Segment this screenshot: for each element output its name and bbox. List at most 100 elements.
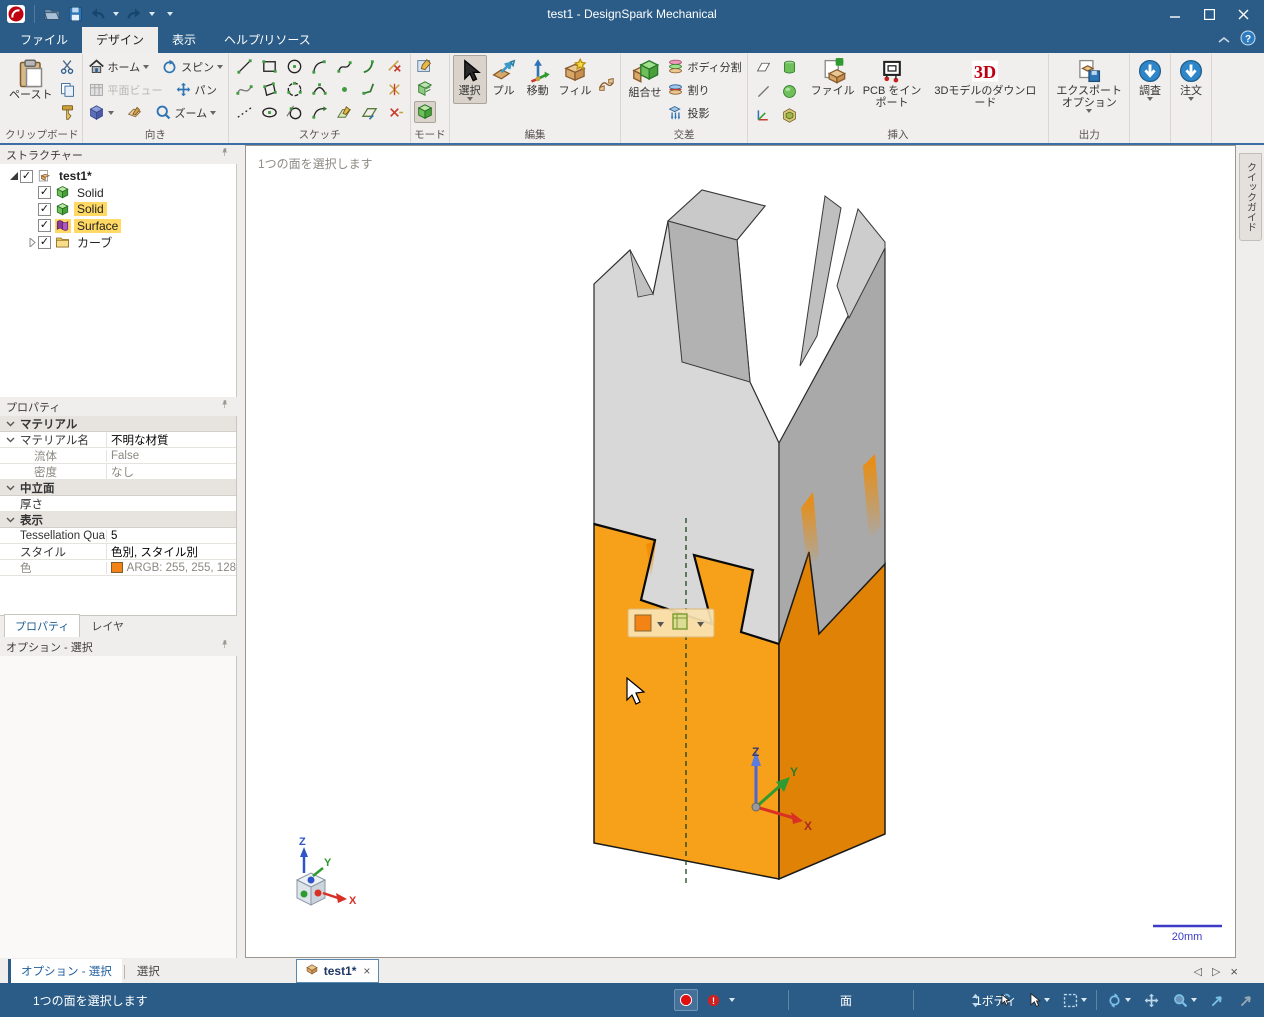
record-button[interactable]	[674, 989, 698, 1011]
property-value[interactable]: 5	[106, 530, 236, 542]
panel-tab-レイヤ[interactable]: レイヤ	[81, 615, 134, 637]
minimize-button[interactable]	[1160, 3, 1190, 25]
ribbon-button-ホーム[interactable]: ホーム	[86, 55, 152, 78]
ribbon-button-sphere[interactable]	[779, 80, 801, 102]
property-row-密度[interactable]: 密度なし	[0, 464, 236, 480]
display-cube-button[interactable]	[673, 614, 687, 629]
quick-guide-tab[interactable]: クイックガイド	[1239, 153, 1262, 241]
ribbon-button-割り[interactable]: 割り	[665, 78, 743, 101]
ribbon-button-3Dモデルのダウンロード[interactable]: 3D3Dモデルのダウンロード	[925, 55, 1045, 112]
property-row-スタイル[interactable]: スタイル色別, スタイル別	[0, 544, 236, 560]
help-icon[interactable]: ?	[1240, 30, 1256, 49]
status-tool-orbit[interactable]	[1103, 990, 1134, 1011]
ribbon-button-組合せ[interactable]: 組合せ	[624, 55, 665, 102]
ribbon-button-投影[interactable]: 投影	[665, 101, 743, 124]
property-value[interactable]: 不明な材質	[106, 432, 236, 448]
property-row-厚さ[interactable]: 厚さ	[0, 496, 236, 512]
ribbon-button-フィル[interactable]: フィル	[555, 55, 596, 100]
ribbon-button-スピン[interactable]: スピン	[159, 55, 225, 78]
ribbon-button-調査[interactable]: 調査	[1133, 55, 1167, 104]
app-logo-icon[interactable]	[6, 4, 26, 24]
ribbon-button-sk-move-x[interactable]	[384, 102, 406, 124]
ribbon-button-sk-rect-3pt[interactable]	[259, 79, 281, 101]
pin-icon[interactable]	[219, 147, 231, 162]
color-swatch-button[interactable]	[635, 615, 651, 631]
tree-item-test1[interactable]: ✓test1*	[0, 168, 236, 185]
ribbon-button-mode-solid[interactable]	[414, 101, 436, 123]
ribbon-button-sk-arc-tangent[interactable]	[309, 56, 331, 78]
redo-button[interactable]	[125, 5, 143, 23]
tab-list-close[interactable]: ×	[1230, 964, 1238, 979]
visibility-checkbox[interactable]: ✓	[38, 236, 51, 249]
tab-scroll-right[interactable]: ▷	[1212, 965, 1220, 978]
status-tool-arrow-ne-blue[interactable]	[1206, 990, 1229, 1011]
visibility-checkbox[interactable]: ✓	[38, 203, 51, 216]
ribbon-button-選択[interactable]: 選択	[453, 55, 487, 104]
ribbon-button-sk-rect[interactable]	[259, 56, 281, 78]
color-swatch[interactable]	[111, 562, 123, 573]
undo-caret[interactable]	[113, 12, 119, 16]
ribbon-button-mode-section[interactable]	[414, 78, 436, 100]
ribbon-button-sk-project-sketch[interactable]	[359, 102, 381, 124]
dock-tab-オプション - 選択[interactable]: オプション - 選択	[8, 959, 122, 983]
mini-toolbar[interactable]	[628, 609, 714, 637]
open-file-button[interactable]	[43, 5, 61, 23]
customize-qat-caret[interactable]	[167, 12, 173, 16]
ribbon-button-ペースト[interactable]: ペースト	[5, 55, 56, 104]
close-button[interactable]	[1228, 3, 1258, 25]
ribbon-button-sk-spline[interactable]	[234, 79, 256, 101]
ribbon-button-PCB-をイン-ポート[interactable]: PCB をイン ポート	[859, 55, 926, 112]
status-tool-arrow-ne-gray[interactable]	[1235, 990, 1258, 1011]
ribbon-button-sk-line[interactable]	[234, 56, 256, 78]
model-viewport[interactable]: Z Y X Z Y	[246, 146, 1235, 957]
ribbon-button-移動[interactable]: 移動	[521, 55, 555, 100]
dropdown-caret[interactable]	[143, 65, 149, 69]
ribbon-button-shell[interactable]	[779, 104, 801, 126]
ribbon-button-sk-split[interactable]	[384, 79, 406, 101]
tree-item-Surface[interactable]: ✓Surface	[0, 218, 236, 235]
tree-item-Solid[interactable]: ✓Solid	[0, 201, 236, 218]
dropdown-caret[interactable]	[1147, 97, 1153, 101]
ribbon-button-sk-arc-corner[interactable]	[359, 56, 381, 78]
dropdown-caret[interactable]	[467, 97, 473, 101]
dock-tab-選択[interactable]: 選択	[127, 959, 170, 983]
alert-button[interactable]: !	[703, 991, 724, 1010]
ribbon-button-sk-bend[interactable]	[359, 79, 381, 101]
dropdown-caret[interactable]	[210, 111, 216, 115]
ribbon-button-line-seg[interactable]	[753, 80, 775, 102]
property-row-色[interactable]: 色ARGB: 255, 255, 128	[0, 560, 236, 576]
ribbon-button-ボディ分割[interactable]: ボディ分割	[665, 55, 743, 78]
alert-caret[interactable]	[729, 998, 735, 1002]
status-tool-stepper[interactable]	[964, 990, 987, 1011]
pin-icon[interactable]	[219, 399, 231, 414]
document-tab[interactable]: test1* ×	[296, 959, 380, 983]
property-value[interactable]: False	[106, 450, 236, 462]
dropdown-caret[interactable]	[1086, 109, 1092, 113]
ribbon-button-format-painter[interactable]	[56, 101, 78, 123]
property-value[interactable]: 色別, スタイル別	[106, 544, 236, 560]
ribbon-button-cut[interactable]	[56, 55, 78, 77]
menu-tab-ヘルプ/リソース[interactable]: ヘルプ/リソース	[210, 27, 325, 53]
property-row-マテリアル名[interactable]: マテリアル名不明な材質	[0, 432, 236, 448]
status-tool-marquee[interactable]	[1059, 990, 1090, 1011]
property-value[interactable]: なし	[106, 464, 236, 480]
maximize-button[interactable]	[1194, 3, 1224, 25]
menu-tab-表示[interactable]: 表示	[158, 27, 210, 53]
menu-tab-デザイン[interactable]: デザイン	[82, 27, 158, 53]
tree-item-Solid[interactable]: ✓Solid	[0, 185, 236, 202]
visibility-checkbox[interactable]: ✓	[38, 219, 51, 232]
ribbon-button-sk-fill-pencil[interactable]	[334, 102, 356, 124]
dropdown-caret[interactable]	[108, 111, 114, 115]
ribbon-button-sk-circle-tangent[interactable]	[284, 102, 306, 124]
collapse-ribbon-button[interactable]	[1218, 33, 1230, 47]
visibility-checkbox[interactable]: ✓	[20, 170, 33, 183]
status-tool-cursor-w[interactable]	[1022, 990, 1053, 1011]
ribbon-button-sk-arc-3pt[interactable]	[309, 79, 331, 101]
ribbon-button-sketch-sheet[interactable]	[124, 101, 145, 124]
document-close-icon[interactable]: ×	[363, 964, 370, 978]
ribbon-button-ズーム[interactable]: ズーム	[153, 101, 219, 124]
redo-caret[interactable]	[149, 12, 155, 16]
undo-button[interactable]	[89, 5, 107, 23]
ribbon-button-sk-arc-sweep[interactable]	[309, 102, 331, 124]
tree-item-カーブ[interactable]: ✓カーブ	[0, 234, 236, 251]
